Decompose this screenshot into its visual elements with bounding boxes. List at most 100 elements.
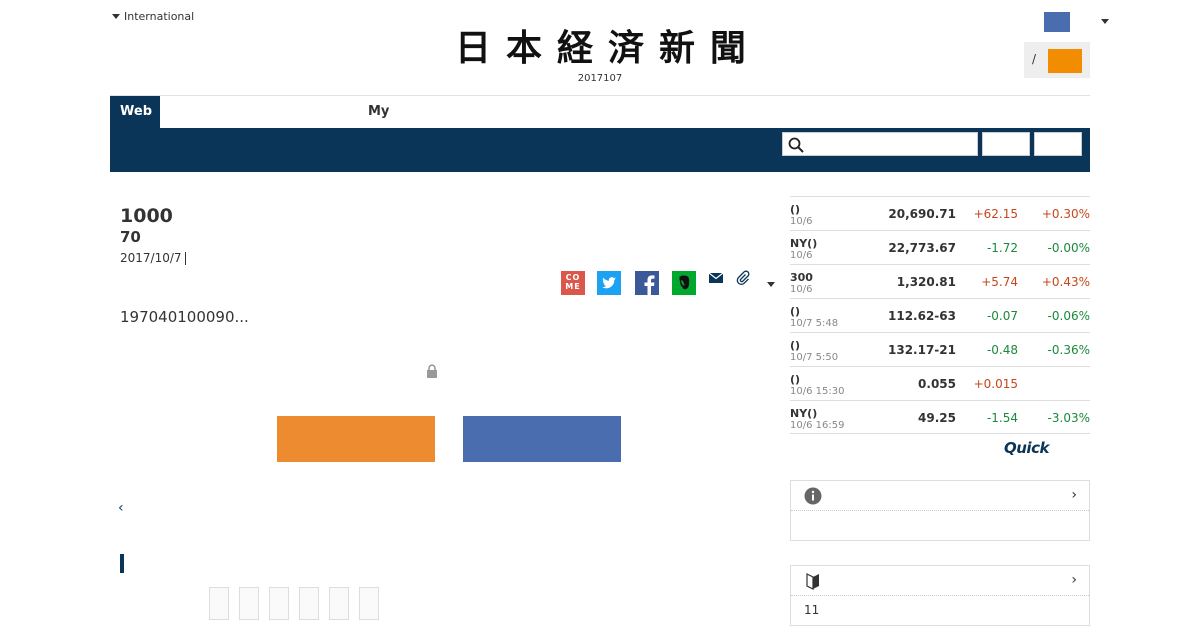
logo-char: 日 [455,27,491,69]
page-button[interactable] [329,587,349,620]
market-value: 49.25 [918,411,956,425]
market-change: -1.54 [986,411,1018,425]
main-navbar [110,128,1090,172]
market-name: () [790,339,801,352]
market-value: 112.62-63 [888,309,956,323]
mail-icon[interactable] [708,270,724,286]
market-change-percent: -3.03% [1047,411,1090,425]
comment-label-bottom: ME [565,282,581,291]
paperclip-icon[interactable] [736,270,750,286]
market-change-percent: -0.00% [1047,241,1090,255]
beginner-widget-body: 11 [804,603,820,617]
market-change-percent: -0.06% [1047,309,1090,323]
service-tabs: Web My [110,96,1090,128]
article-subheadline: 70 [120,228,141,246]
market-row[interactable]: NY() 10/6 16:59 49.25 -1.54 -3.03% [790,400,1090,434]
beginner-mark-icon [806,573,819,590]
page-button[interactable] [209,587,229,620]
info-widget: › [790,480,1090,541]
site-logo[interactable]: 日 本 経 済 新 聞 [455,27,746,69]
search-box [782,132,978,156]
market-value: 22,773.67 [888,241,956,255]
account-button[interactable] [1044,12,1070,32]
tab-my[interactable]: My [368,104,389,119]
market-change-percent: +0.30% [1041,207,1090,221]
market-name: () [790,305,801,318]
page-button[interactable] [359,587,379,620]
article-headline: 1000 [120,205,173,227]
market-change: -0.07 [986,309,1018,323]
search-icon[interactable] [788,137,804,153]
logo-char: 新 [658,27,695,69]
quick-provider-logo[interactable]: Quick [1004,439,1049,457]
market-change: +62.15 [973,207,1018,221]
facebook-icon[interactable] [635,271,659,295]
twitter-icon[interactable] [597,271,621,295]
chevron-right-icon: › [1071,487,1077,503]
market-row[interactable]: () 10/6 20,690.71 +62.15 +0.30% [790,196,1090,230]
login-button[interactable] [1048,49,1082,73]
search-input[interactable] [809,134,969,155]
market-change: +0.015 [973,377,1018,391]
date-divider [184,252,186,265]
market-name: () [790,203,801,216]
market-name: 300 [790,271,813,284]
beginner-widget: › 11 [790,565,1090,626]
market-row[interactable]: NY() 10/6 22,773.67 -1.72 -0.00% [790,230,1090,264]
market-time: 10/6 [790,284,813,295]
market-time: 10/7 5:50 [790,352,839,363]
market-time: 10/6 15:30 [790,386,845,397]
member-login-button[interactable] [463,416,621,462]
search-button[interactable] [982,132,1030,156]
logo-char: 済 [607,27,644,69]
market-row[interactable]: 300 10/6 1,320.81 +5.74 +0.43% [790,264,1090,298]
market-value: 132.17-21 [888,343,956,357]
market-value: 1,320.81 [896,275,956,289]
market-name: () [790,373,801,386]
edition-selector[interactable]: International [112,10,194,23]
beginner-widget-header[interactable]: › [791,566,1089,596]
search-option-button[interactable] [1034,132,1082,156]
info-icon [804,487,822,505]
section-marker [120,554,124,573]
market-row[interactable]: () 10/6 15:30 0.055 +0.015 [790,366,1090,400]
tab-web[interactable]: Web [110,96,160,128]
market-time: 10/6 16:59 [790,420,845,431]
chevron-left-icon[interactable]: ‹ [118,500,124,516]
market-change-percent: +0.43% [1041,275,1090,289]
article-date: 2017/10/7 [120,251,186,265]
chevron-right-icon: › [1071,572,1077,588]
lock-icon [427,364,437,378]
logo-char: 経 [556,27,593,69]
market-name: NY() [790,237,818,250]
login-separator: / [1032,52,1037,66]
market-row[interactable]: () 10/7 5:48 112.62-63 -0.07 -0.06% [790,298,1090,332]
comment-share-icon[interactable]: CO ME [561,271,585,295]
account-caret-down-icon[interactable] [1101,19,1109,24]
market-change: +5.74 [981,275,1018,289]
market-change: -0.48 [986,343,1018,357]
article-lead: 197040100090... [120,308,249,326]
market-time: 10/7 5:48 [790,318,839,329]
market-data-table: () 10/6 20,690.71 +62.15 +0.30% NY() 10/6 22,77… [790,196,1090,434]
comment-label-top: CO [565,273,581,282]
market-value: 20,690.71 [888,207,956,221]
market-value: 0.055 [918,377,956,391]
page-button[interactable] [239,587,259,620]
market-row[interactable]: () 10/7 5:50 132.17-21 -0.48 -0.36% [790,332,1090,366]
page-button[interactable] [299,587,319,620]
market-time: 10/6 [790,216,813,227]
page-button[interactable] [269,587,289,620]
subscribe-button[interactable] [277,416,435,462]
issue-date: 2017107 [577,73,623,84]
edition-label: International [124,10,195,23]
evernote-icon[interactable] [672,271,696,295]
login-area: / [1024,42,1090,78]
share-more-caret-icon[interactable] [767,282,775,287]
info-widget-header[interactable]: › [791,481,1089,511]
caret-down-icon [112,14,120,19]
market-name: NY() [790,407,818,420]
market-time: 10/6 [790,250,813,261]
market-change: -1.72 [986,241,1018,255]
logo-char: 本 [505,27,542,69]
